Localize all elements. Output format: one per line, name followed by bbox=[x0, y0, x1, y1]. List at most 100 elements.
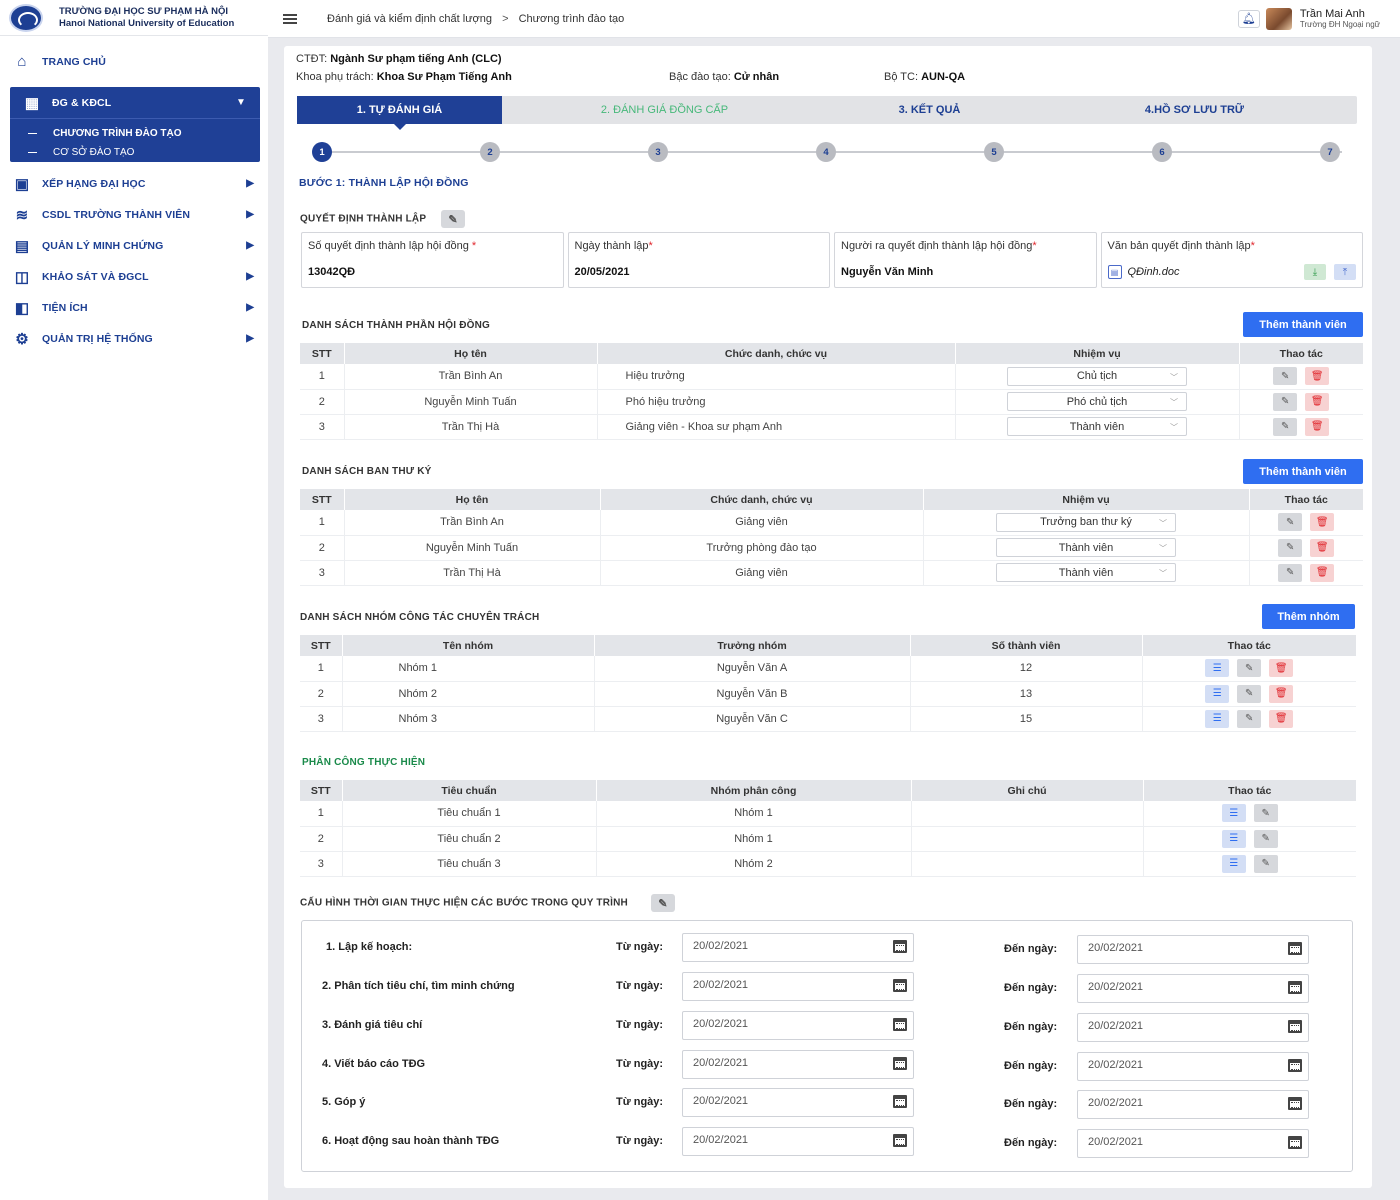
from-date-input[interactable]: 20/02/2021 bbox=[682, 1011, 914, 1040]
add-secretary-member-button[interactable]: Thêm thành viên bbox=[1243, 459, 1363, 484]
config-edit-button[interactable]: ✎ bbox=[650, 894, 675, 912]
to-date-input[interactable]: 20/02/2021 bbox=[1077, 1129, 1309, 1158]
to-date-input[interactable]: 20/02/2021 bbox=[1077, 1052, 1309, 1081]
pencil-icon: ✎ bbox=[1245, 662, 1254, 674]
edit-button[interactable]: ✎ bbox=[1237, 684, 1262, 703]
bell-icon[interactable]: 🔔︎ bbox=[1237, 9, 1260, 28]
download-button[interactable]: ⤓ bbox=[1304, 264, 1326, 280]
upload-button[interactable]: ⤒ bbox=[1334, 264, 1356, 280]
calendar-icon[interactable] bbox=[893, 1134, 907, 1147]
delete-button[interactable]: 🗑︎ bbox=[1269, 659, 1294, 678]
step-dot-2[interactable]: 2 bbox=[480, 142, 500, 162]
delete-button[interactable]: 🗑︎ bbox=[1305, 417, 1330, 436]
groups-table: STT Tên nhóm Trưởng nhóm Số thành viên T… bbox=[300, 635, 1356, 732]
to-date-input[interactable]: 20/02/2021 bbox=[1077, 935, 1309, 964]
sidebar-item-home[interactable]: ⌂ TRANG CHỦ bbox=[0, 46, 268, 77]
sidebar-item-ranking[interactable]: ▣ XẾP HẠNG ĐẠI HỌC ▶ bbox=[0, 168, 268, 199]
view-list-button[interactable]: ☰ bbox=[1205, 684, 1230, 703]
calendar-icon[interactable] bbox=[1288, 1097, 1302, 1110]
step-dot-1[interactable]: 1 bbox=[312, 142, 332, 162]
calendar-icon[interactable] bbox=[893, 1057, 907, 1070]
edit-button[interactable]: ✎ bbox=[1278, 563, 1303, 582]
add-group-button[interactable]: Thêm nhóm bbox=[1262, 604, 1355, 629]
view-list-button[interactable]: ☰ bbox=[1221, 804, 1246, 823]
edit-button[interactable]: ✎ bbox=[1273, 417, 1298, 436]
edit-button[interactable]: ✎ bbox=[1237, 709, 1262, 728]
view-list-button[interactable]: ☰ bbox=[1221, 829, 1246, 848]
sidebar-item-member-db[interactable]: ≋ CSDL TRƯỜNG THÀNH VIÊN ▶ bbox=[0, 199, 268, 230]
step-dot-6[interactable]: 6 bbox=[1152, 142, 1172, 162]
role-select[interactable]: Thành viên ﹀ bbox=[996, 538, 1176, 557]
sidebar-item-dg-kdcl[interactable]: ▦ ĐG & KĐCL ▼ bbox=[10, 87, 260, 119]
to-date-input[interactable]: 20/02/2021 bbox=[1077, 1090, 1309, 1119]
edit-button[interactable]: ✎ bbox=[1253, 854, 1278, 873]
menu-icon[interactable] bbox=[283, 12, 297, 26]
role-select[interactable]: Trưởng ban thư ký ﹀ bbox=[996, 512, 1176, 532]
to-label: Đến ngày: bbox=[1004, 1137, 1058, 1149]
avatar[interactable] bbox=[1265, 7, 1292, 30]
calendar-icon[interactable] bbox=[893, 1095, 907, 1108]
edit-button[interactable]: ✎ bbox=[1237, 659, 1262, 678]
delete-button[interactable]: 🗑︎ bbox=[1310, 513, 1335, 532]
edit-button[interactable]: ✎ bbox=[1253, 804, 1278, 823]
from-date-input[interactable]: 20/02/2021 bbox=[682, 1088, 914, 1117]
edit-button[interactable]: ✎ bbox=[1278, 538, 1303, 557]
calendar-icon[interactable] bbox=[1288, 1059, 1302, 1072]
sidebar-item-utility[interactable]: ◧ TIỆN ÍCH ▶ bbox=[0, 292, 268, 323]
tab-results[interactable]: 3. KẾT QUẢ bbox=[827, 96, 1032, 124]
calendar-icon[interactable] bbox=[1288, 1020, 1302, 1033]
sidebar-subitem-institution[interactable]: CƠ SỞ ĐÀO TẠO bbox=[10, 143, 260, 162]
edit-button[interactable]: ✎ bbox=[1278, 513, 1303, 532]
role-select[interactable]: Thành viên ﹀ bbox=[996, 563, 1176, 582]
sidebar-item-admin[interactable]: ⚙ QUẢN TRỊ HỆ THỐNG ▶ bbox=[0, 323, 268, 354]
caret-right-icon: ▶ bbox=[246, 302, 254, 313]
from-date-input[interactable]: 20/02/2021 bbox=[682, 1127, 914, 1156]
calendar-icon[interactable] bbox=[893, 979, 907, 992]
add-council-member-button[interactable]: Thêm thành viên bbox=[1243, 312, 1363, 337]
delete-button[interactable]: 🗑︎ bbox=[1305, 392, 1330, 411]
file-name[interactable]: QĐinh.doc bbox=[1128, 266, 1297, 278]
decision-number-field[interactable]: Số quyết định thành lập hội đồng * 13042… bbox=[301, 232, 564, 288]
edit-button[interactable]: ✎ bbox=[1273, 367, 1298, 386]
role-select[interactable]: Phó chủ tịch ﹀ bbox=[1007, 392, 1187, 411]
view-list-button[interactable]: ☰ bbox=[1205, 709, 1230, 728]
from-date-input[interactable]: 20/02/2021 bbox=[682, 972, 914, 1001]
breadcrumb-item-current[interactable]: Chương trình đào tạo bbox=[519, 13, 625, 25]
tab-archive[interactable]: 4.HỒ SƠ LƯU TRỮ bbox=[1032, 96, 1357, 124]
decision-maker-field[interactable]: Người ra quyết định thành lập hội đồng* … bbox=[834, 232, 1097, 288]
delete-button[interactable]: 🗑︎ bbox=[1269, 709, 1294, 728]
edit-button[interactable]: ✎ bbox=[1253, 829, 1278, 848]
to-date-input[interactable]: 20/02/2021 bbox=[1077, 1013, 1309, 1042]
delete-button[interactable]: 🗑︎ bbox=[1310, 563, 1335, 582]
calendar-icon[interactable] bbox=[1288, 981, 1302, 994]
to-date-input[interactable]: 20/02/2021 bbox=[1077, 974, 1309, 1003]
step-dot-4[interactable]: 4 bbox=[816, 142, 836, 162]
brand[interactable]: TRƯỜNG ĐẠI HỌC SƯ PHẠM HÀ NỘI Hanoi Nati… bbox=[0, 0, 268, 36]
sidebar-item-evidence[interactable]: ▤ QUẢN LÝ MINH CHỨNG ▶ bbox=[0, 230, 268, 261]
breadcrumb-item[interactable]: Đánh giá và kiểm định chất lượng bbox=[327, 13, 492, 25]
edit-button[interactable]: ✎ bbox=[1273, 392, 1298, 411]
step-dot-3[interactable]: 3 bbox=[648, 142, 668, 162]
sidebar-subitem-training-program[interactable]: CHƯƠNG TRÌNH ĐÀO TẠO bbox=[10, 124, 260, 143]
tab-self-assessment[interactable]: 1. TỰ ĐÁNH GIÁ bbox=[297, 96, 502, 130]
sidebar-item-survey[interactable]: ◫ KHẢO SÁT VÀ ĐGCL ▶ bbox=[0, 261, 268, 292]
founding-date-field[interactable]: Ngày thành lập* 20/05/2021 bbox=[567, 232, 830, 288]
calendar-icon[interactable] bbox=[893, 1018, 907, 1031]
role-select[interactable]: Thành viên ﹀ bbox=[1007, 417, 1187, 436]
delete-button[interactable]: 🗑︎ bbox=[1310, 538, 1335, 557]
from-date-input[interactable]: 20/02/2021 bbox=[682, 933, 914, 962]
step-dot-7[interactable]: 7 bbox=[1320, 142, 1340, 162]
delete-button[interactable]: 🗑︎ bbox=[1269, 684, 1294, 703]
view-list-button[interactable]: ☰ bbox=[1205, 659, 1230, 678]
view-list-button[interactable]: ☰ bbox=[1221, 854, 1246, 873]
tab-peer-assessment[interactable]: 2. ĐÁNH GIÁ ĐỒNG CẤP bbox=[502, 96, 827, 124]
calendar-icon[interactable] bbox=[1288, 1136, 1302, 1149]
calendar-icon[interactable] bbox=[1288, 942, 1302, 955]
delete-button[interactable]: 🗑︎ bbox=[1305, 367, 1330, 386]
calendar-icon[interactable] bbox=[893, 940, 907, 953]
decision-edit-button[interactable]: ✎ bbox=[441, 210, 466, 228]
role-select[interactable]: Chủ tịch ﹀ bbox=[1007, 366, 1187, 386]
from-date-input[interactable]: 20/02/2021 bbox=[682, 1050, 914, 1079]
step-dot-5[interactable]: 5 bbox=[984, 142, 1004, 162]
user-info[interactable]: Trần Mai Anh Trường ĐH Ngoại ngữ bbox=[1300, 8, 1380, 29]
